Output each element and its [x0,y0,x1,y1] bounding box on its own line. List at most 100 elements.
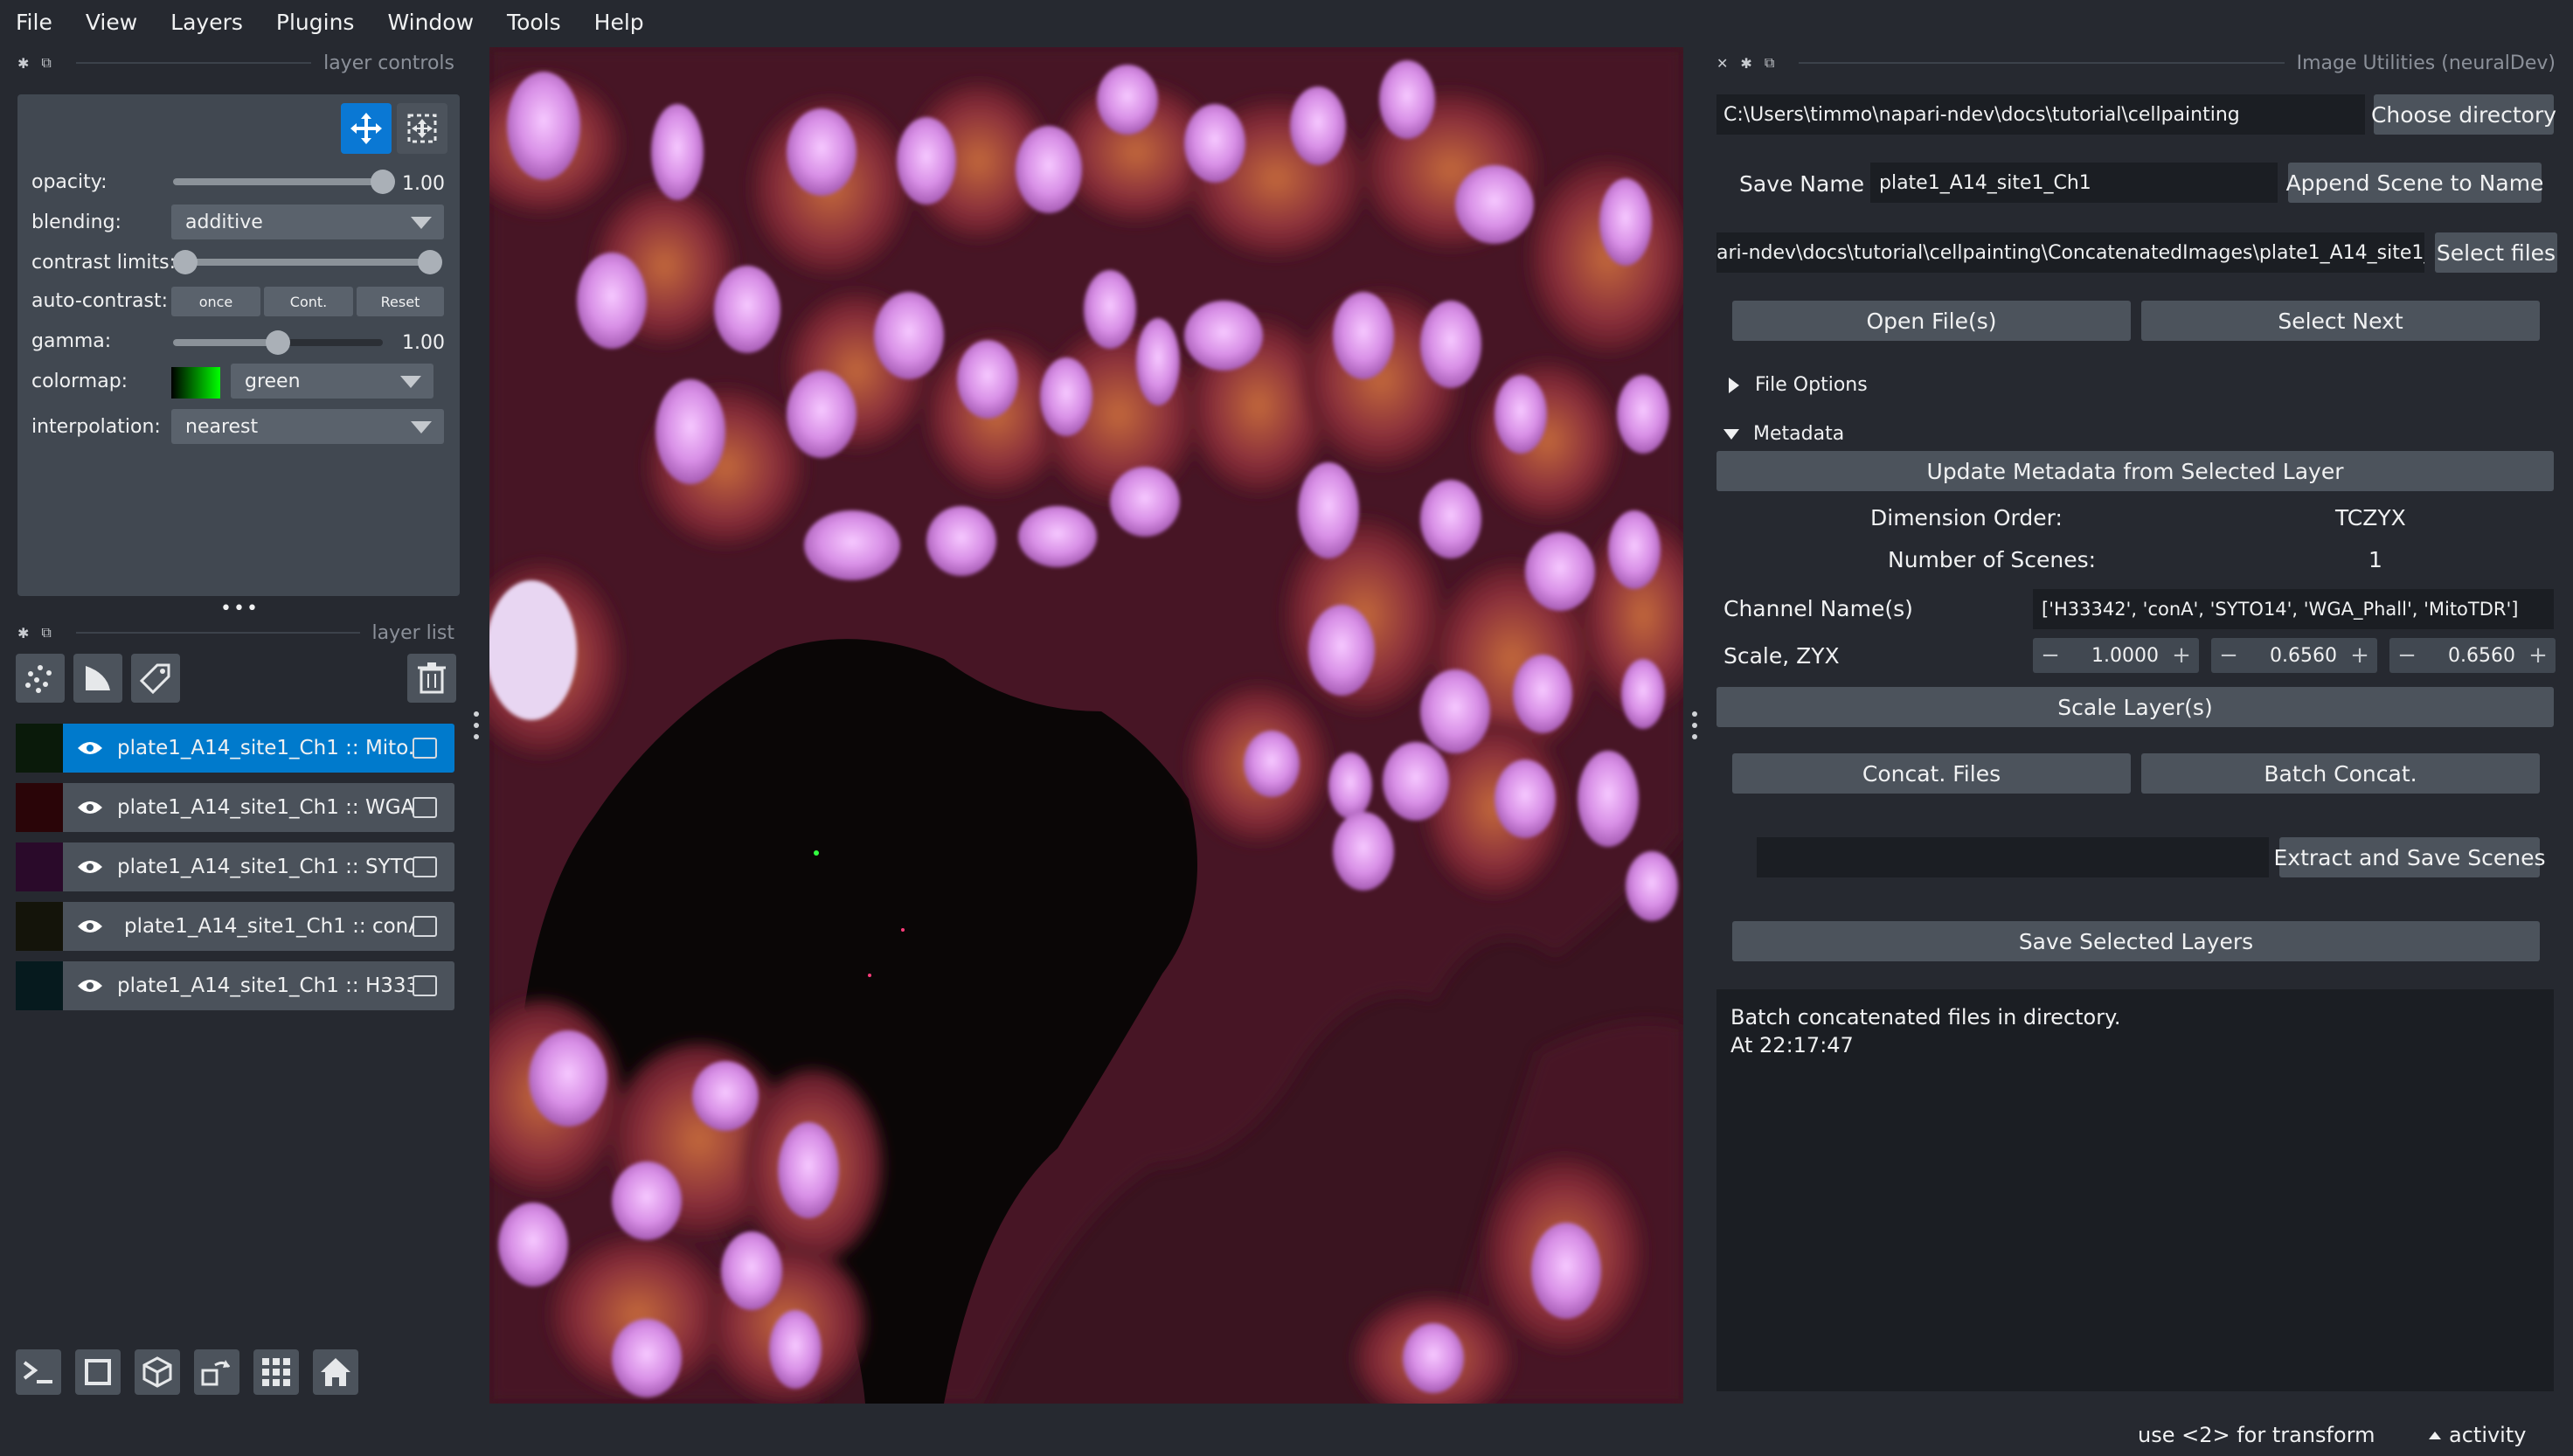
toggle-3d-button[interactable] [135,1349,180,1395]
grid-view-button[interactable] [253,1349,299,1395]
minus-icon[interactable]: − [2211,642,2246,669]
visibility-eye-icon[interactable] [77,800,103,815]
cube-icon [142,1356,172,1388]
dock-pin-icon[interactable]: ✱ [1740,55,1751,72]
roll-dimensions-button[interactable] [194,1349,239,1395]
dock-close-icon[interactable]: ✕ [1716,55,1728,72]
menu-file[interactable]: File [16,10,52,35]
auto-contrast-continuous-button[interactable]: Cont. [264,287,353,316]
dock-close-icon[interactable]: ✱ [17,55,29,72]
save-selected-layers-button[interactable]: Save Selected Layers [1732,921,2540,961]
directory-field[interactable]: C:\Users\timmo\napari-ndev\docs\tutorial… [1716,94,2365,135]
menu-tools[interactable]: Tools [507,10,561,35]
visibility-eye-icon[interactable] [77,859,103,875]
blending-dropdown[interactable]: additive [171,205,444,239]
pan-zoom-button[interactable] [341,103,392,154]
channel-names-input[interactable]: ['H33342', 'conA', 'SYTO14', 'WGA_Phall'… [2033,589,2554,629]
scale-y-spinbox[interactable]: − 0.6560 + [2211,638,2377,673]
contrast-high-handle[interactable] [418,250,442,274]
new-points-layer-button[interactable] [16,654,65,703]
minus-icon[interactable]: − [2033,642,2068,669]
new-labels-layer-button[interactable] [131,654,180,703]
home-reset-view-button[interactable] [313,1349,358,1395]
opacity-label: opacity: [31,171,107,193]
colormap-swatch [171,367,220,399]
interpolation-dropdown[interactable]: nearest [171,409,444,444]
plus-icon[interactable]: + [2521,642,2556,669]
caret-down-icon [1723,428,1739,440]
auto-contrast-label: auto-contrast: [31,290,169,312]
image-layer-icon [413,975,437,996]
transform-button[interactable] [397,103,447,154]
append-scene-button[interactable]: Append Scene to Name [2286,163,2543,203]
dock-float-icon[interactable]: ⧉ [41,624,51,641]
scale-x-spinbox[interactable]: − 0.6560 + [2389,638,2556,673]
layer-thumbnail [16,783,63,832]
opacity-slider-handle[interactable] [371,170,395,194]
scale-z-spinbox[interactable]: − 1.0000 + [2033,638,2199,673]
gamma-slider-handle[interactable] [266,330,290,355]
num-scenes-value: 1 [2368,547,2382,572]
metadata-toggle[interactable]: Metadata [1722,423,1844,445]
right-splitter-handle[interactable] [1690,710,1699,741]
menu-plugins[interactable]: Plugins [276,10,355,35]
new-shapes-layer-button[interactable] [73,654,122,703]
activity-button[interactable]: activity [2428,1423,2526,1447]
dock-splitter-handle[interactable]: ••• [220,598,260,620]
square-view-button[interactable] [75,1349,121,1395]
layer-item-cona[interactable]: plate1_A14_site1_Ch1 :: conA [16,902,454,951]
menu-layers[interactable]: Layers [170,10,243,35]
scenes-input[interactable] [1757,837,2269,877]
auto-contrast-reset-button[interactable]: Reset [357,287,444,316]
layer-item-mito[interactable]: plate1_A14_site1_Ch1 :: Mito... [16,724,454,773]
extract-save-scenes-button[interactable]: Extract and Save Scenes [2273,837,2546,877]
contrast-low-handle[interactable] [173,250,198,274]
layer-item-wga[interactable]: plate1_A14_site1_Ch1 :: WGA... [16,783,454,832]
scale-layers-button[interactable]: Scale Layer(s) [1716,687,2554,727]
save-name-input[interactable]: plate1_A14_site1_Ch1 [1870,163,2278,203]
update-metadata-button[interactable]: Update Metadata from Selected Layer [1716,451,2554,491]
open-files-button[interactable]: Open File(s) [1732,301,2131,341]
layer-thumbnail [16,902,63,951]
plus-icon[interactable]: + [2164,642,2199,669]
move-arrows-icon [350,113,382,144]
console-button[interactable] [16,1349,61,1395]
dock-close-icon[interactable]: ✱ [17,625,29,641]
delete-layer-button[interactable] [407,654,456,703]
visibility-eye-icon[interactable] [77,740,103,756]
log-line: At 22:17:47 [1730,1033,1854,1057]
menu-view[interactable]: View [86,10,137,35]
left-splitter-handle[interactable] [472,710,481,741]
menu-window[interactable]: Window [387,10,474,35]
layer-item-syto[interactable]: plate1_A14_site1_Ch1 :: SYTO... [16,842,454,891]
log-output: Batch concatenated files in directory. A… [1716,989,2554,1391]
layer-item-h333[interactable]: plate1_A14_site1_Ch1 :: H333... [16,961,454,1010]
chevron-down-icon [411,217,432,229]
dimension-order-label: Dimension Order: [1870,505,2063,530]
contrast-limits-fill [184,259,437,266]
colormap-dropdown[interactable]: green [231,364,433,399]
minus-icon[interactable]: − [2389,642,2424,669]
visibility-eye-icon[interactable] [77,978,103,994]
transform-select-icon [407,114,437,143]
concat-files-button[interactable]: Concat. Files [1732,753,2131,794]
select-next-button[interactable]: Select Next [2141,301,2540,341]
batch-concat-button[interactable]: Batch Concat. [2141,753,2540,794]
choose-directory-button[interactable]: Choose directory [2371,94,2556,135]
files-path-field[interactable]: ari-ndev\docs\tutorial\cellpainting\Conc… [1716,232,2424,273]
menu-help[interactable]: Help [594,10,644,35]
points-icon [25,665,52,693]
auto-contrast-once-button[interactable]: once [171,287,260,316]
image-layer-icon [413,856,437,877]
dock-title-line [1799,62,2285,64]
visibility-eye-icon[interactable] [77,919,103,934]
plus-icon[interactable]: + [2342,642,2377,669]
caret-up-icon [2429,1432,2441,1439]
image-canvas[interactable] [489,47,1683,1404]
select-files-button[interactable]: Select files [2435,232,2557,273]
dock-float-icon[interactable]: ⧉ [41,54,51,72]
cell-painting-image [489,47,1683,1404]
dock-float-icon[interactable]: ⧉ [1765,54,1774,72]
file-options-toggle[interactable]: File Options [1727,374,1868,396]
dock-title-line [75,632,360,634]
